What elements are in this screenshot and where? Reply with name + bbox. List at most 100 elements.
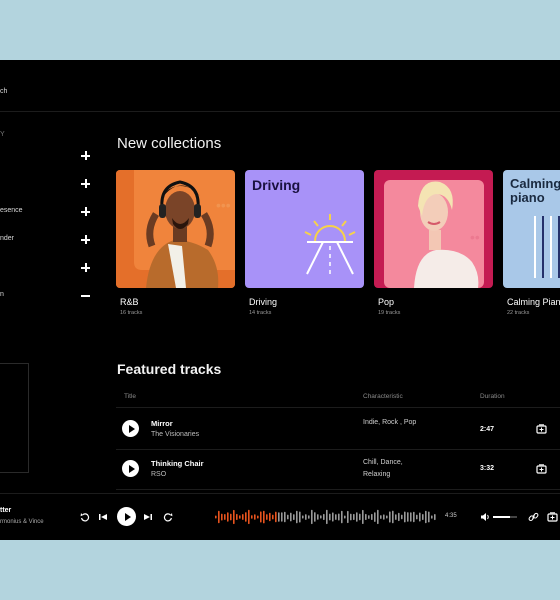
plus-icon[interactable] bbox=[81, 263, 90, 272]
waveform-bar bbox=[326, 509, 328, 525]
waveform-bar bbox=[275, 511, 277, 523]
waveform-bar bbox=[236, 513, 238, 520]
replay-icon[interactable] bbox=[80, 512, 90, 522]
collection-name[interactable]: Calming Piano bbox=[507, 297, 560, 307]
waveform-bar bbox=[419, 512, 421, 522]
waveform-bar bbox=[311, 509, 313, 525]
column-header-title: Title bbox=[124, 393, 137, 400]
waveform-bar bbox=[329, 513, 331, 521]
waveform-bar bbox=[272, 514, 274, 520]
plus-icon[interactable] bbox=[81, 151, 90, 160]
volume-slider[interactable] bbox=[493, 516, 517, 518]
sidebar-item-6-label[interactable]: n bbox=[0, 291, 4, 298]
collection-card-pop[interactable]: •• bbox=[374, 170, 493, 288]
play-icon bbox=[124, 512, 131, 521]
waveform-bar bbox=[251, 515, 253, 519]
waveform-bar bbox=[320, 515, 322, 519]
collection-name[interactable]: Driving bbox=[249, 297, 277, 307]
collection-name[interactable]: R&B bbox=[120, 297, 139, 307]
sidebar-item-4-label[interactable]: nder bbox=[0, 235, 14, 242]
waveform-bar bbox=[410, 512, 412, 522]
waveform-bar bbox=[323, 513, 325, 520]
waveform-bar bbox=[404, 511, 406, 523]
collection-name[interactable]: Pop bbox=[378, 297, 394, 307]
sidebar-search-label[interactable]: ch bbox=[0, 88, 7, 95]
plus-icon[interactable] bbox=[81, 207, 90, 216]
collection-count: 16 tracks bbox=[120, 310, 143, 316]
waveform-bar bbox=[215, 515, 217, 519]
waveform-bar bbox=[230, 513, 232, 521]
waveform-bar bbox=[254, 514, 256, 520]
track-characteristic: Chill, Dance, Relaxing bbox=[363, 459, 403, 478]
waveform-bar bbox=[398, 512, 400, 522]
featured-title: Featured tracks bbox=[117, 361, 222, 377]
play-icon[interactable] bbox=[122, 420, 139, 437]
waveform-bar bbox=[371, 513, 373, 520]
plus-icon[interactable] bbox=[81, 235, 90, 244]
column-header-duration: Duration bbox=[480, 393, 505, 400]
road-sun-illustration bbox=[304, 214, 356, 275]
plus-icon[interactable] bbox=[81, 179, 90, 188]
waveform-bar bbox=[413, 511, 415, 523]
waveform-bar bbox=[284, 511, 286, 523]
waveform-bar bbox=[224, 514, 226, 520]
waveform-bar bbox=[221, 513, 223, 521]
waveform-bar bbox=[233, 509, 235, 525]
waveform-bar bbox=[368, 515, 370, 519]
waveform-bar bbox=[287, 514, 289, 520]
now-playing-artist[interactable]: rmonius & Vince bbox=[0, 519, 44, 525]
track-title[interactable]: Thinking Chair bbox=[151, 459, 204, 468]
waveform-bar bbox=[341, 510, 343, 524]
track-artist[interactable]: The Visionaries bbox=[151, 431, 199, 438]
volume-icon[interactable] bbox=[480, 512, 491, 522]
player-divider bbox=[0, 493, 560, 494]
header-divider bbox=[116, 407, 560, 408]
waveform-bar bbox=[395, 514, 397, 520]
waveform-bar bbox=[416, 514, 418, 520]
waveform-bar bbox=[422, 514, 424, 520]
now-playing-title[interactable]: tter bbox=[0, 507, 11, 514]
waveform-bar bbox=[218, 510, 220, 524]
waveform-bar bbox=[260, 511, 262, 523]
waveform-bar bbox=[299, 511, 301, 523]
link-icon[interactable] bbox=[528, 512, 539, 522]
waveform-bar bbox=[350, 513, 352, 521]
collection-card-calming-piano[interactable]: Calming piano bbox=[503, 170, 560, 288]
waveform-bar bbox=[428, 511, 430, 523]
collection-card-rnb[interactable]: ••• bbox=[116, 170, 235, 288]
next-icon[interactable] bbox=[143, 512, 153, 522]
waveform-bar bbox=[353, 513, 355, 520]
add-to-library-icon[interactable] bbox=[547, 512, 558, 522]
waveform-bar bbox=[338, 513, 340, 521]
minus-icon[interactable] bbox=[81, 295, 90, 297]
track-title[interactable]: Mirror bbox=[151, 419, 173, 428]
waveform-bar bbox=[386, 515, 388, 519]
collection-count: 14 tracks bbox=[249, 310, 272, 316]
waveform-bar bbox=[365, 513, 367, 520]
repeat-icon[interactable] bbox=[163, 512, 173, 522]
waveform-progress[interactable] bbox=[215, 505, 437, 529]
add-to-library-icon[interactable] bbox=[536, 464, 547, 474]
play-pause-button[interactable] bbox=[117, 507, 136, 526]
collections-title: New collections bbox=[117, 135, 222, 152]
track-artist[interactable]: RSO bbox=[151, 471, 166, 478]
waveform-bar bbox=[362, 509, 364, 524]
row-divider bbox=[116, 449, 560, 450]
add-to-library-icon[interactable] bbox=[536, 424, 547, 434]
artist-portrait: •• bbox=[384, 180, 484, 288]
waveform-bar bbox=[374, 512, 376, 522]
collection-card-driving[interactable]: Driving bbox=[245, 170, 364, 288]
previous-icon[interactable] bbox=[98, 512, 108, 522]
collection-count: 22 tracks bbox=[507, 310, 530, 316]
waveform-bar bbox=[317, 514, 319, 520]
sidebar-item-3-label[interactable]: esence bbox=[0, 207, 23, 214]
play-icon[interactable] bbox=[122, 460, 139, 477]
waveform-bar bbox=[431, 515, 433, 519]
waveform-bar bbox=[227, 512, 229, 522]
waveform-bar bbox=[278, 512, 280, 522]
waveform-bar bbox=[407, 512, 409, 522]
waveform-bar bbox=[401, 514, 403, 520]
track-duration: 3:32 bbox=[480, 465, 495, 472]
waveform-bar bbox=[377, 509, 379, 525]
waveform-bar bbox=[302, 515, 304, 519]
